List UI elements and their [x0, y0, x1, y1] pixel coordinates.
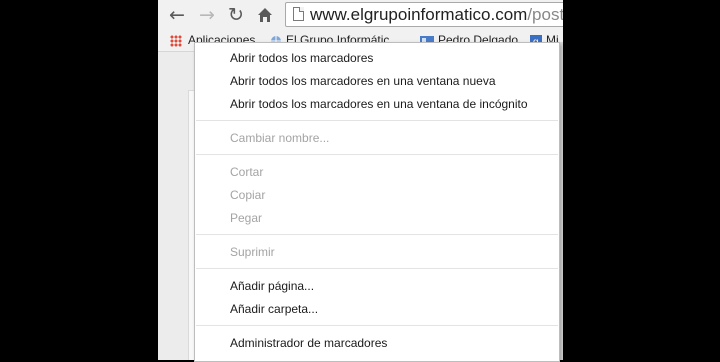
page-icon [293, 7, 304, 21]
url-text[interactable]: www.elgrupoinformatico.com/postin [310, 5, 563, 24]
home-icon [258, 8, 272, 22]
menu-cut[interactable]: Cortar [230, 164, 263, 180]
reload-button[interactable]: ↻ [225, 4, 247, 26]
menu-rename[interactable]: Cambiar nombre... [230, 130, 329, 146]
address-bar[interactable]: www.elgrupoinformatico.com/postin [285, 2, 563, 27]
arrow-right-icon: → [199, 4, 215, 26]
menu-copy[interactable]: Copiar [230, 187, 265, 203]
menu-open-all[interactable]: Abrir todos los marcadores [230, 50, 373, 66]
menu-add-folder[interactable]: Añadir carpeta... [230, 301, 318, 317]
menu-delete[interactable]: Suprimir [230, 244, 275, 260]
url-path: /postin [527, 5, 563, 24]
page-scrollbar[interactable] [560, 42, 563, 360]
menu-add-page[interactable]: Añadir página... [230, 278, 314, 294]
browser-toolbar: ← → ↻ www.elgrupoinformatico.com/postin [158, 0, 563, 29]
reload-icon: ↻ [228, 4, 244, 26]
home-button[interactable] [254, 4, 276, 26]
apps-grid-icon [170, 34, 182, 47]
url-host: www.elgrupoinformatico.com [310, 5, 528, 24]
back-button[interactable]: ← [166, 4, 188, 26]
menu-separator [196, 154, 558, 155]
menu-open-all-incognito[interactable]: Abrir todos los marcadores en una ventan… [230, 96, 528, 112]
menu-bookmark-manager[interactable]: Administrador de marcadores [230, 335, 387, 351]
arrow-left-icon: ← [169, 4, 185, 26]
forward-button[interactable]: → [196, 4, 218, 26]
menu-separator [196, 120, 558, 121]
menu-open-all-new-window[interactable]: Abrir todos los marcadores en una ventan… [230, 73, 496, 89]
menu-separator [196, 325, 558, 326]
menu-separator [196, 234, 558, 235]
menu-paste[interactable]: Pegar [230, 210, 262, 226]
bookmarks-context-menu: Abrir todos los marcadores Abrir todos l… [194, 42, 560, 362]
menu-separator [196, 268, 558, 269]
